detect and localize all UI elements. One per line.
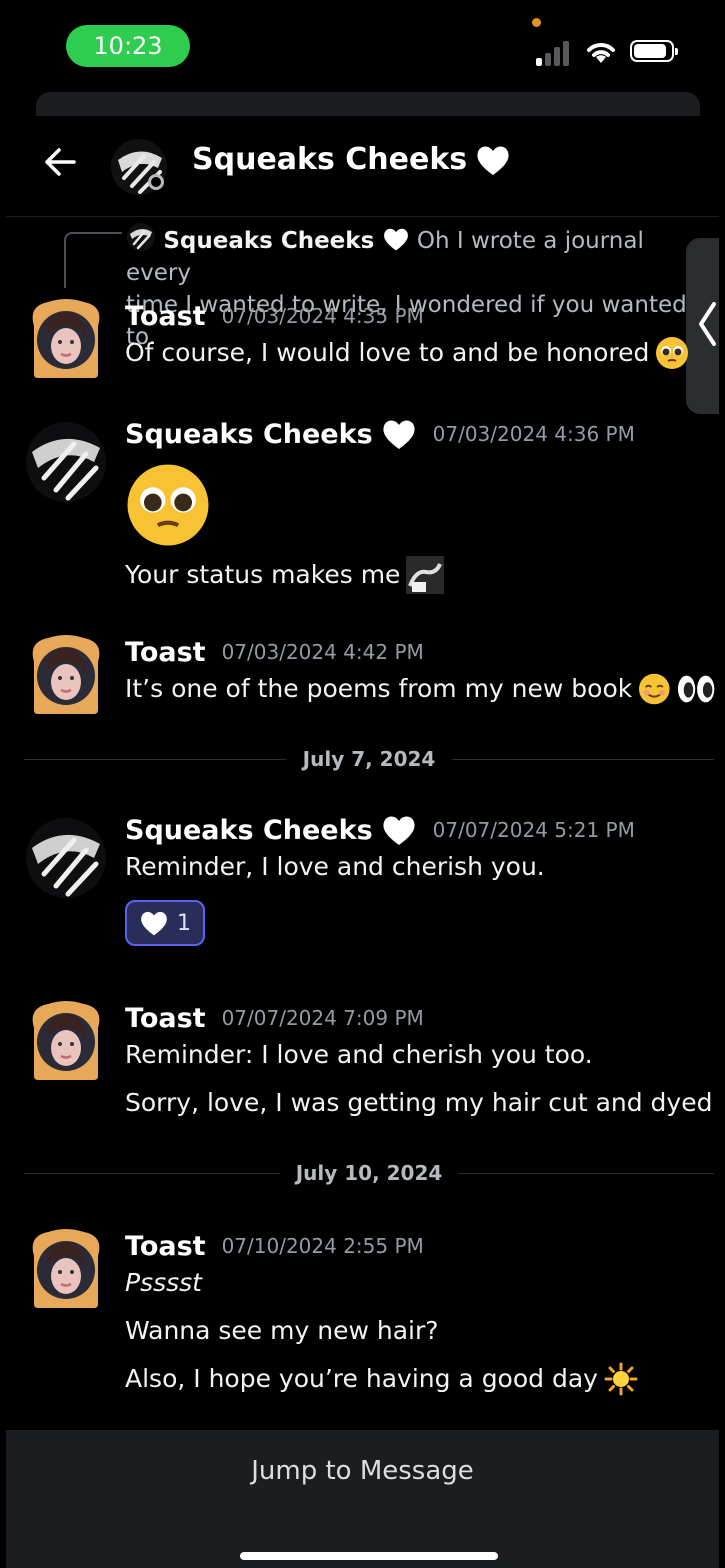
message-text: Reminder: I love and cherish you too.	[125, 1038, 715, 1072]
custom-emoji-icon	[406, 556, 445, 594]
message-text-content: Reminder, I love and cherish you.	[125, 852, 545, 881]
reply-avatar	[127, 223, 155, 251]
toast-avatar[interactable]	[24, 632, 108, 716]
message-text-content: It’s one of the poems from my new book	[125, 674, 633, 703]
message-text-content: Reminder: I love and cherish you too.	[125, 1040, 593, 1069]
jump-to-message-bar	[6, 1430, 719, 1568]
message-author[interactable]: Toast	[125, 1003, 206, 1034]
white-heart-icon	[141, 911, 167, 936]
status-bar: 10:23	[6, 6, 719, 96]
white-heart-icon	[477, 146, 509, 175]
home-indicator[interactable]	[240, 1552, 498, 1560]
message-text: Sorry, love, I was getting my hair cut a…	[125, 1086, 715, 1120]
squeaks-avatar[interactable]	[24, 816, 108, 900]
jump-to-message-button[interactable]: Jump to Message	[6, 1456, 719, 1486]
reaction-button[interactable]: 1	[125, 900, 205, 946]
pleading-face-icon	[656, 337, 689, 369]
message-text: Also, I hope you’re having a good day	[125, 1362, 715, 1396]
squeaks-avatar[interactable]	[24, 420, 108, 504]
message-author[interactable]: Toast	[125, 1231, 206, 1262]
message-text: Of course, I would love to and be honore…	[125, 336, 715, 370]
message-timestamp: 07/03/2024 4:42 PM	[221, 640, 424, 664]
sun-icon	[604, 1362, 638, 1396]
signal-icon	[536, 40, 572, 66]
message-author[interactable]: Toast	[125, 637, 206, 668]
message-text-content: Of course, I would love to and be honore…	[125, 338, 650, 367]
message-author-name: Squeaks Cheeks	[125, 418, 373, 450]
toast-avatar[interactable]	[24, 998, 108, 1082]
message-text-content: Also, I hope you’re having a good day	[125, 1364, 598, 1393]
message-author[interactable]: Toast	[125, 301, 206, 332]
eyes-icon	[677, 675, 715, 703]
message-text: Psssst	[125, 1266, 715, 1300]
message-text: Your status makes me	[125, 556, 715, 594]
white-heart-icon	[383, 228, 408, 251]
message-timestamp: 07/07/2024 5:21 PM	[432, 818, 635, 842]
date-divider: July 10, 2024	[24, 1158, 714, 1188]
message-timestamp: 07/10/2024 2:55 PM	[221, 1234, 424, 1258]
message-text-content: Sorry, love, I was getting my hair cut a…	[125, 1088, 713, 1117]
message-author[interactable]: Squeaks Cheeks	[125, 813, 417, 847]
toast-avatar[interactable]	[24, 1226, 108, 1310]
toast-avatar[interactable]	[24, 296, 108, 380]
message-text: Reminder, I love and cherish you.	[125, 850, 715, 884]
channel-title-text: Squeaks Cheeks	[192, 142, 468, 177]
message-author[interactable]: Squeaks Cheeks	[125, 417, 417, 451]
message-timestamp: 07/03/2024 4:36 PM	[432, 422, 635, 446]
reply-connector	[64, 232, 122, 288]
message-text: It’s one of the poems from my new book	[125, 672, 715, 706]
message-text-content: Psssst	[125, 1268, 202, 1297]
camera-indicator	[532, 18, 541, 27]
reply-author: Squeaks Cheeks	[163, 228, 375, 254]
app-frame: 10:23 Squeaks Cheeks Squeaks Cheeks Oh I…	[6, 6, 719, 1568]
smiling-face-icon	[639, 673, 670, 705]
status-time: 10:23	[66, 25, 190, 67]
pleading-face-icon	[127, 464, 209, 546]
date-divider-label: July 10, 2024	[279, 1158, 459, 1188]
message-text-content: Your status makes me	[125, 560, 401, 589]
reaction-count: 1	[177, 910, 191, 936]
white-heart-icon	[383, 816, 415, 845]
wifi-icon	[587, 43, 615, 63]
battery-icon	[630, 40, 678, 62]
channel-title[interactable]: Squeaks Cheeks	[192, 142, 511, 177]
arrow-left-icon[interactable]	[40, 142, 80, 182]
date-divider-label: July 7, 2024	[286, 744, 452, 774]
message-text: Wanna see my new hair?	[125, 1314, 715, 1348]
date-divider: July 7, 2024	[24, 744, 714, 774]
message-text-content: Wanna see my new hair?	[125, 1316, 439, 1345]
white-heart-icon	[383, 420, 415, 449]
message-author-name: Squeaks Cheeks	[125, 814, 373, 846]
status-ring-icon	[148, 174, 164, 190]
message-timestamp: 07/03/2024 4:35 PM	[221, 304, 424, 328]
message-timestamp: 07/07/2024 7:09 PM	[221, 1006, 424, 1030]
